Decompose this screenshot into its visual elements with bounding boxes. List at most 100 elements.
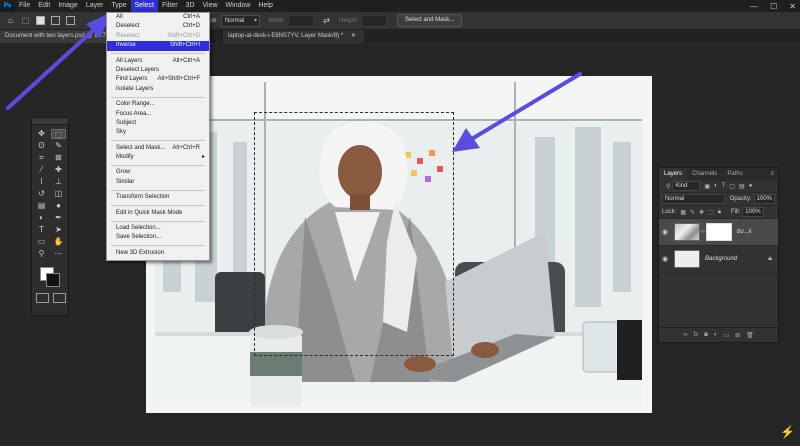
brush-tool-icon[interactable]: ǀ: [34, 177, 49, 187]
swap-dimensions-icon[interactable]: ⇄: [322, 16, 331, 25]
select-and-mask-button[interactable]: Select and Mask...: [397, 14, 463, 27]
lock-all-icon[interactable]: 🔒︎: [718, 209, 721, 216]
menu-item-focus-area[interactable]: Focus Area...: [107, 110, 209, 119]
menu-filter[interactable]: Filter: [158, 0, 182, 12]
menu-item-deselect[interactable]: Deselect Ctrl+D: [107, 22, 209, 31]
menu-item-modify[interactable]: Modify ▸: [107, 153, 209, 162]
lock-pixels-icon[interactable]: ✎: [690, 209, 695, 216]
menu-item-color-range[interactable]: Color Range...: [107, 100, 209, 109]
menu-item-load-selection[interactable]: Load Selection...: [107, 224, 209, 233]
style-select[interactable]: Normal: [221, 14, 261, 27]
quick-selection-tool-icon[interactable]: ✎: [51, 141, 66, 151]
pen-tool-icon[interactable]: ✒: [51, 213, 66, 223]
filter-pixel-icon[interactable]: ▣: [704, 183, 710, 190]
home-icon[interactable]: ⌂: [6, 16, 15, 25]
adjustment-icon[interactable]: ◐: [714, 332, 718, 338]
marquee-selection[interactable]: [254, 112, 454, 356]
rectangular-marquee-tool-icon[interactable]: ⬚: [51, 129, 66, 139]
lock-position-icon[interactable]: ✥: [699, 209, 704, 216]
panel-menu-icon[interactable]: ≡: [770, 171, 774, 177]
layer-mask-thumbnail[interactable]: [706, 223, 732, 241]
crop-tool-icon[interactable]: ⌗: [34, 153, 49, 163]
fx-icon[interactable]: fx: [694, 332, 699, 338]
subtract-selection-icon[interactable]: [66, 16, 75, 25]
menu-type[interactable]: Type: [107, 0, 130, 12]
layer-row-masked[interactable]: ◉ ∞ bu...ii: [659, 219, 778, 246]
filter-smart-object-icon[interactable]: ▤: [739, 183, 745, 190]
hand-tool-icon[interactable]: ✋: [51, 237, 66, 247]
move-tool-icon[interactable]: ✥: [34, 129, 49, 139]
menu-item-inverse[interactable]: Inverse Shift+Ctrl+I: [107, 41, 209, 51]
menu-3d[interactable]: 3D: [182, 0, 199, 12]
eyedropper-tool-icon[interactable]: ⁄: [34, 165, 49, 175]
menu-item-subject[interactable]: Subject: [107, 119, 209, 128]
rectangle-tool-icon[interactable]: ▭: [34, 237, 49, 247]
type-tool-icon[interactable]: T: [34, 225, 49, 235]
filter-shape-icon[interactable]: ▢: [729, 183, 735, 190]
new-layer-icon[interactable]: ⊞: [735, 332, 740, 339]
filter-toggle-icon[interactable]: ●: [749, 183, 753, 189]
layer-name[interactable]: Background: [705, 256, 737, 262]
trash-icon[interactable]: 🗑︎: [746, 332, 754, 339]
menu-layer[interactable]: Layer: [82, 0, 108, 12]
tab-document-2[interactable]: laptop-at-desk-i-E8NS7YV, Layer Mask/8) …: [223, 30, 364, 43]
tab-channels[interactable]: Channels: [687, 168, 722, 180]
menu-item-similar[interactable]: Similar: [107, 178, 209, 187]
link-icon[interactable]: ∞: [683, 332, 687, 338]
marquee-tool-preset-icon[interactable]: ⬚: [21, 16, 30, 25]
menu-select[interactable]: Select: [130, 0, 158, 12]
zoom-tool-icon[interactable]: ⚲: [34, 249, 49, 259]
menu-item-edit-in-quick-mask-mode[interactable]: Edit in Quick Mask Mode: [107, 209, 209, 218]
quick-mask-icon[interactable]: [36, 293, 49, 303]
path-selection-tool-icon[interactable]: ➤: [51, 225, 66, 235]
kind-select[interactable]: Kind: [672, 181, 701, 191]
height-input[interactable]: [361, 14, 388, 27]
filter-adjustment-icon[interactable]: ◐: [714, 183, 718, 189]
filter-type-icon[interactable]: T: [722, 183, 726, 189]
fill-input[interactable]: 100%: [742, 207, 764, 217]
more-tools-icon[interactable]: ⋯: [51, 249, 66, 259]
visibility-eye-icon[interactable]: ◉: [659, 255, 671, 263]
opacity-input[interactable]: 100%: [753, 194, 775, 204]
tab-document-1[interactable]: Document with two layers.psd @ 16.7: [0, 30, 117, 43]
menu-view[interactable]: View: [199, 0, 222, 12]
frame-tool-icon[interactable]: ⊠: [51, 153, 66, 163]
add-selection-icon[interactable]: [51, 16, 60, 25]
menu-item-transform-selection[interactable]: Transform Selection: [107, 193, 209, 202]
history-brush-tool-icon[interactable]: ↺: [34, 189, 49, 199]
menu-item-isolate-layers[interactable]: Isolate Layers: [107, 85, 209, 94]
blur-tool-icon[interactable]: ●: [51, 201, 66, 211]
close-icon[interactable]: ✕: [789, 2, 796, 11]
new-selection-icon[interactable]: [36, 16, 45, 25]
menu-item-new-3d-extrusion[interactable]: New 3D Extrusion: [107, 249, 209, 258]
menu-item-find-layers[interactable]: Find Layers Alt+Shift+Ctrl+F: [107, 75, 209, 84]
menu-item-sky[interactable]: Sky: [107, 128, 209, 137]
mask-icon[interactable]: ◙: [704, 332, 708, 338]
screen-mode-icon[interactable]: [53, 293, 66, 303]
menu-item-grow[interactable]: Grow: [107, 168, 209, 177]
tools-panel-grip[interactable]: [32, 118, 68, 125]
menu-edit[interactable]: Edit: [34, 0, 54, 12]
layer-row-background[interactable]: ◉ Background 🔒︎: [659, 246, 778, 273]
menu-image[interactable]: Image: [54, 0, 81, 12]
blend-mode-select[interactable]: Normal: [662, 194, 725, 204]
menu-item-save-selection[interactable]: Save Selection...: [107, 233, 209, 242]
menu-item-all[interactable]: All Ctrl+A: [107, 13, 209, 22]
lasso-tool-icon[interactable]: ʘ: [34, 141, 49, 151]
maximize-icon[interactable]: ☐: [770, 2, 777, 11]
clone-stamp-tool-icon[interactable]: ⊥: [51, 177, 66, 187]
tab-paths[interactable]: Paths: [722, 168, 747, 180]
menu-item-reselect[interactable]: Reselect Shift+Ctrl+D: [107, 32, 209, 41]
visibility-eye-icon[interactable]: ◉: [659, 228, 671, 236]
width-input[interactable]: [288, 14, 315, 27]
tab-layers[interactable]: Layers: [659, 168, 688, 180]
eraser-tool-icon[interactable]: ◫: [51, 189, 66, 199]
menu-item-deselect-layers[interactable]: Deselect Layers: [107, 66, 209, 75]
minimize-icon[interactable]: —: [750, 2, 758, 11]
lock-artboard-icon[interactable]: ⬚: [708, 209, 714, 216]
healing-brush-tool-icon[interactable]: ✚: [51, 165, 66, 175]
menu-item-all-layers[interactable]: All Layers Alt+Ctrl+A: [107, 57, 209, 66]
menu-window[interactable]: Window: [222, 0, 255, 12]
layer-name[interactable]: bu...ii: [737, 229, 751, 235]
dodge-tool-icon[interactable]: ◐: [34, 213, 49, 223]
